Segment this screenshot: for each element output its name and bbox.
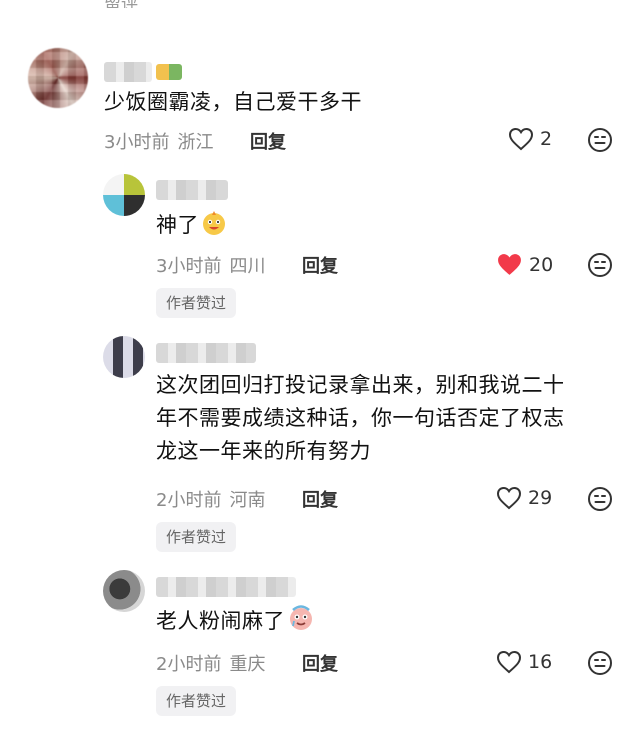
comment-text-body: 老人粉闹麻了 [156,609,285,633]
heart-outline-icon [496,650,522,674]
avatar[interactable] [103,336,145,378]
user-badge-icon [156,64,182,80]
comment-text-line: 这次团回归打投记录拿出来，别和我说二十 [156,373,565,397]
author-liked-badge: 作者赞过 [156,686,237,716]
comment-text: 少饭圈霸凌，自己爱干多干 [104,90,362,114]
comment-time: 3小时前 [104,132,170,153]
comment-text-line: 龙这一年来的所有努力 [156,439,371,463]
comment-meta: 2小时前 河南 [156,486,265,512]
comment-time: 2小时前 [156,490,222,511]
emoji-reaction-icon[interactable] [587,486,613,512]
comment-meta: 3小时前 浙江 [104,128,213,154]
avatar[interactable] [103,174,145,216]
avatar[interactable] [28,48,88,108]
comment-text: 神了 [156,209,227,242]
like-count: 29 [528,487,553,509]
crying-face-emoji-icon [290,605,312,630]
comment-time: 2小时前 [156,654,222,675]
like-count: 2 [540,128,553,150]
comment-location: 重庆 [229,654,266,675]
like-button[interactable]: 2 [508,127,552,151]
excited-face-emoji-icon [203,211,225,235]
truncated-reply-text: 留评 [104,0,150,8]
emoji-reaction-icon[interactable] [587,650,613,676]
author-liked-badge: 作者赞过 [156,288,237,318]
comment-text: 这次团回归打投记录拿出来，别和我说二十 年不需要成绩这种话，你一句话否定了权志 … [156,369,565,468]
username-blurred[interactable] [104,62,152,82]
like-count: 20 [529,253,554,276]
reply-button[interactable]: 回复 [302,650,338,676]
comment-meta: 2小时前 重庆 [156,650,265,676]
emoji-reaction-icon[interactable] [587,127,613,153]
avatar[interactable] [103,570,145,612]
reply-button[interactable]: 回复 [302,252,338,278]
heart-outline-icon [508,127,534,151]
author-liked-badge: 作者赞过 [156,522,237,552]
like-button[interactable]: 20 [496,252,553,277]
username-blurred[interactable] [156,180,228,200]
comment-text-body: 神了 [156,213,199,237]
reply-button[interactable]: 回复 [250,128,286,154]
emoji-reaction-icon[interactable] [587,252,613,278]
comment-text: 老人粉闹麻了 [156,604,315,638]
heart-filled-icon [498,254,521,275]
like-button[interactable]: 16 [496,650,552,674]
comment-location: 河南 [229,490,266,511]
like-count: 16 [528,651,553,673]
like-button[interactable]: 29 [496,486,552,510]
comment-time: 3小时前 [156,256,222,277]
comment-meta: 3小时前 四川 [156,252,265,278]
username-blurred[interactable] [156,577,296,597]
comment-location: 四川 [229,256,266,277]
comment-text-line: 年不需要成绩这种话，你一句话否定了权志 [156,406,565,430]
reply-button[interactable]: 回复 [302,486,338,512]
username-blurred[interactable] [156,343,256,363]
heart-outline-icon [496,486,522,510]
comment-location: 浙江 [177,132,214,153]
